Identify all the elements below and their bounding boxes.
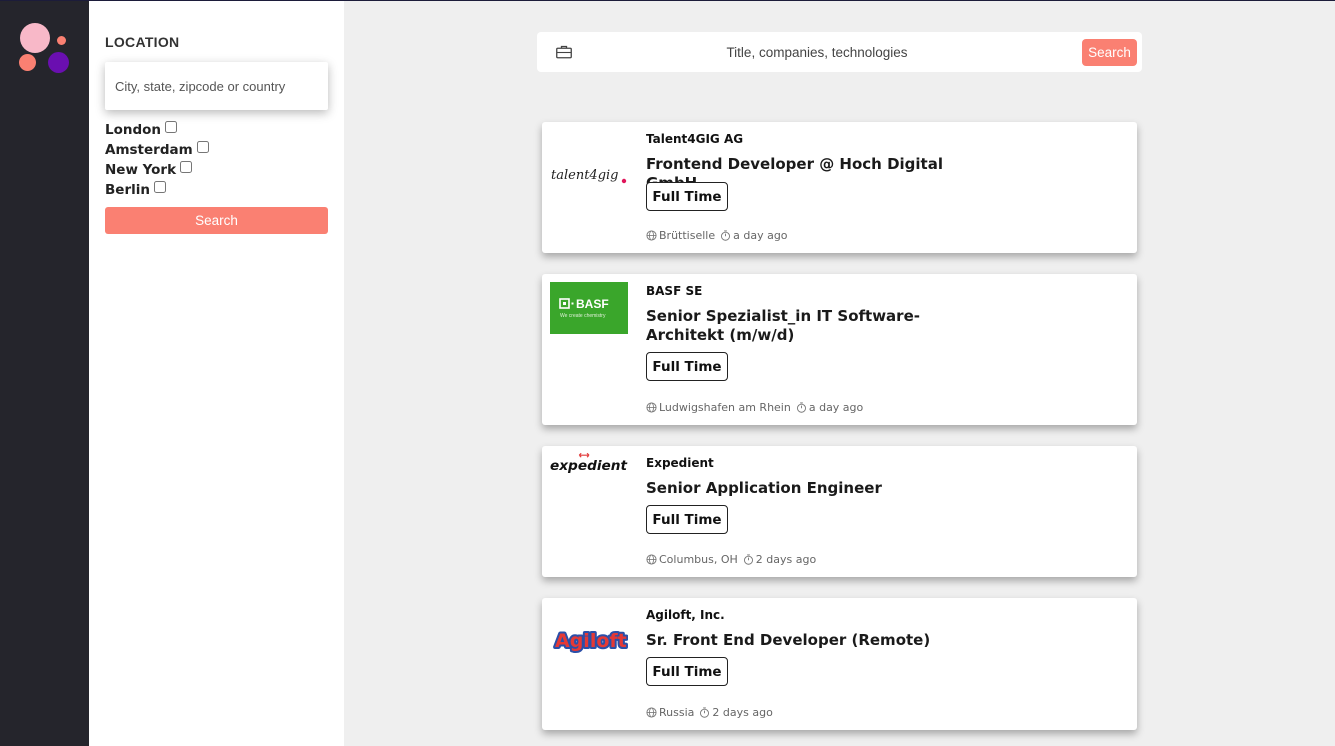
logo-wordmark: expedient [550, 458, 627, 474]
job-type-badge: Full Time [646, 352, 728, 381]
job-posted-time: a day ago [733, 229, 788, 242]
app-logo[interactable] [18, 23, 72, 75]
city-label: New York [105, 162, 177, 178]
job-meta: Columbus, OH 2 days ago [646, 553, 816, 566]
job-meta: Russia 2 days ago [646, 706, 773, 719]
timer-icon [700, 707, 710, 718]
city-checkbox[interactable] [180, 161, 193, 173]
location-filter-panel: LOCATION London Amsterdam New York Berli… [89, 1, 344, 746]
job-location: Columbus, OH [659, 553, 738, 566]
basf-logo: BASF We create chemistry [550, 282, 628, 334]
timer-icon [721, 230, 731, 241]
company-name: Talent4GIG AG [646, 132, 744, 146]
city-option-amsterdam[interactable]: Amsterdam [105, 140, 209, 160]
city-option-new-york[interactable]: New York [105, 160, 209, 180]
job-card[interactable]: expedient Expedient Senior Application E… [542, 446, 1137, 577]
globe-icon [646, 230, 657, 241]
agiloft-logo: Agiloft Agiloft [553, 628, 628, 654]
globe-icon [646, 402, 657, 413]
company-logo: expedient [550, 446, 628, 480]
city-option-london[interactable]: London [105, 120, 209, 140]
job-location: Russia [659, 706, 695, 719]
city-checkbox[interactable] [165, 121, 178, 133]
job-location: Brüttiselle [659, 229, 716, 242]
location-search-button[interactable]: Search [105, 207, 328, 234]
company-name: BASF SE [646, 284, 703, 298]
company-name: Agiloft, Inc. [646, 608, 725, 622]
job-type-badge: Full Time [646, 182, 728, 211]
globe-icon [646, 707, 657, 718]
job-search-button[interactable]: Search [1082, 39, 1137, 66]
job-meta: Brüttiselle a day ago [646, 229, 788, 242]
job-type-badge: Full Time [646, 657, 728, 686]
city-label: London [105, 122, 162, 138]
timer-icon [796, 402, 806, 413]
job-posted-time: 2 days ago [712, 706, 773, 719]
company-logo: BASF We create chemistry [550, 282, 628, 334]
job-card[interactable]: talent4gig Talent4GIG AG Frontend Develo… [542, 122, 1137, 253]
logo-wordmark: talent4gig [551, 168, 619, 183]
globe-icon [646, 554, 657, 565]
job-type-badge: Full Time [646, 505, 728, 534]
city-checkbox[interactable] [196, 141, 209, 153]
location-input[interactable] [105, 62, 328, 110]
job-location: Ludwigshafen am Rhein [659, 401, 791, 414]
job-posted-time: a day ago [808, 401, 864, 414]
expedient-logo: expedient [550, 452, 627, 474]
timer-icon [743, 554, 753, 565]
app-rail [0, 1, 89, 746]
filter-title: LOCATION [105, 34, 180, 50]
job-posted-time: 2 days ago [755, 553, 817, 566]
city-checkbox[interactable] [153, 181, 166, 193]
briefcase-icon [556, 45, 572, 59]
city-label: Berlin [105, 182, 150, 198]
city-option-berlin[interactable]: Berlin [105, 180, 209, 200]
logo-wordmark: BASF [576, 297, 609, 311]
logo-wordmark: Agiloft [555, 630, 627, 652]
job-title[interactable]: Senior Spezialist_in IT Software-Archite… [646, 307, 966, 345]
job-card[interactable]: Agiloft Agiloft Agiloft, Inc. Sr. Front … [542, 598, 1137, 730]
company-logo: talent4gig [550, 148, 628, 200]
company-logo: Agiloft Agiloft [550, 614, 628, 666]
city-checkbox-list: London Amsterdam New York Berlin [105, 120, 209, 200]
job-title[interactable]: Senior Application Engineer [646, 479, 966, 498]
logo-tagline: We create chemistry [560, 313, 606, 319]
talent4gig-logo: talent4gig [551, 168, 627, 184]
job-meta: Ludwigshafen am Rhein a day ago [646, 401, 863, 414]
job-title[interactable]: Sr. Front End Developer (Remote) [646, 631, 966, 650]
company-name: Expedient [646, 456, 714, 470]
job-card[interactable]: BASF We create chemistry BASF SE Senior … [542, 274, 1137, 425]
city-label: Amsterdam [105, 142, 193, 158]
job-search-bar: Search [537, 32, 1142, 72]
job-search-input[interactable] [597, 38, 1037, 66]
